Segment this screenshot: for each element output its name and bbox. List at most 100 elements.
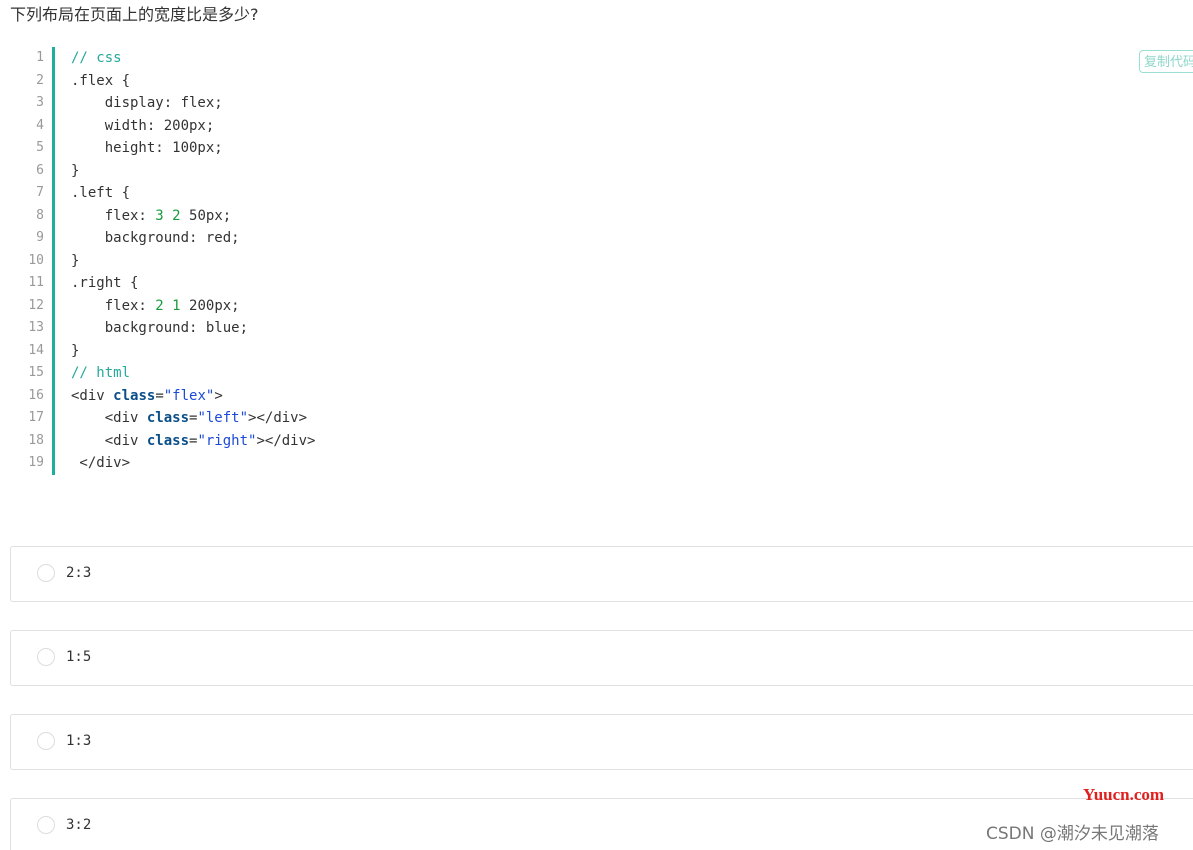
gutter-gap: [44, 407, 71, 430]
line-number: 1: [36, 50, 44, 65]
line-number: 4: [36, 117, 44, 133]
code-token: <div: [71, 387, 114, 404]
code-text: .right {: [71, 272, 138, 295]
code-token: 3: [155, 207, 164, 224]
gutter-gap: [44, 227, 71, 250]
code-text: }: [71, 250, 79, 273]
code-text: flex: 3 2 50px;: [71, 205, 231, 228]
gutter-gap: [44, 295, 71, 318]
line-number: 17: [28, 410, 44, 425]
code-token: // css: [71, 50, 122, 66]
line-number: 19: [28, 455, 44, 470]
code-line: 14}: [20, 340, 315, 363]
gutter-gap: [44, 137, 71, 160]
option-c[interactable]: 1:3: [10, 714, 1193, 770]
code-token: .flex {: [71, 72, 131, 89]
code-token: background: blue;: [71, 320, 249, 336]
gutter-gap: [44, 205, 71, 228]
code-token: 2: [172, 207, 181, 224]
code-token: }: [71, 252, 80, 269]
code-text: <div class="left"></div>: [71, 407, 307, 430]
gutter-gap: [44, 452, 71, 475]
code-line: 4 width: 200px;: [20, 115, 315, 138]
code-text: height: 100px;: [71, 137, 223, 160]
code-line: 10}: [20, 250, 315, 273]
code-lines: 1 // css 2 .flex { 3 display: flex; 4 width: …: [20, 47, 315, 475]
code-token: "left": [197, 410, 249, 426]
gutter-gap: [44, 317, 71, 340]
copy-code-button[interactable]: 复制代码: [1139, 50, 1193, 73]
line-number: 18: [28, 432, 44, 448]
line-number: 10: [28, 252, 44, 268]
gutter-gap: [44, 385, 71, 408]
gutter-gap: [44, 47, 71, 70]
code-token: flex:: [71, 297, 156, 314]
code-token: "flex": [163, 387, 215, 404]
code-text: // html: [71, 362, 130, 385]
code-line: 5 height: 100px;: [20, 137, 315, 160]
code-token: <div: [71, 410, 147, 426]
code-token: height: 100px;: [71, 140, 223, 156]
radio-circle-icon[interactable]: [37, 816, 55, 834]
code-text: .left {: [71, 182, 130, 205]
code-token: </div>: [71, 455, 131, 471]
option-a[interactable]: 2:3: [10, 546, 1193, 602]
option-label: 3:2: [66, 817, 92, 833]
code-token: ></div>: [248, 410, 308, 426]
gutter-gap: [44, 70, 71, 93]
line-number: 14: [28, 342, 44, 358]
code-token: .right {: [71, 275, 139, 291]
gutter-gap: [44, 250, 71, 273]
code-token: .left {: [71, 185, 131, 201]
code-token: 200px;: [180, 297, 240, 314]
code-token: ></div>: [256, 432, 316, 449]
code-token: }: [71, 342, 80, 359]
code-text: flex: 2 1 200px;: [71, 295, 240, 318]
gutter-gap: [44, 115, 71, 138]
option-label: 1:3: [66, 733, 92, 749]
code-text: <div class="right"></div>: [71, 430, 316, 453]
code-text: // css: [71, 47, 122, 70]
line-number: 9: [36, 230, 44, 245]
radio-circle-icon[interactable]: [37, 732, 55, 750]
gutter-gap: [44, 92, 71, 115]
question-title: 下列布局在页面上的宽度比是多少?: [10, 5, 259, 24]
code-line: 15 // html: [20, 362, 315, 385]
code-line: 9 background: red;: [20, 227, 315, 250]
code-line: 17 <div class="left"></div>: [20, 407, 315, 430]
code-token: 1: [172, 297, 181, 314]
code-text: }: [71, 340, 79, 363]
line-number: 12: [28, 297, 44, 313]
code-text: </div>: [71, 452, 130, 475]
radio-circle-icon[interactable]: [37, 564, 55, 582]
code-token: class: [146, 432, 190, 449]
code-token: display: flex;: [71, 95, 223, 111]
code-line: 16 <div class="flex">: [20, 385, 315, 408]
code-token: }: [71, 162, 80, 179]
code-text: .flex {: [71, 70, 130, 93]
code-line: 8 flex: 3 2 50px;: [20, 205, 315, 228]
code-text: }: [71, 160, 79, 183]
code-line: 11 .right {: [20, 272, 315, 295]
code-token: <div: [71, 432, 147, 449]
code-token: class: [146, 410, 190, 426]
line-number: 6: [36, 162, 44, 178]
line-number: 16: [28, 387, 44, 403]
line-number: 11: [28, 275, 44, 290]
line-number: 8: [36, 207, 44, 223]
page: 下列布局在页面上的宽度比是多少? 1 // css 2 .flex { 3 displa…: [0, 0, 1193, 850]
gutter-gap: [44, 182, 71, 205]
option-b[interactable]: 1:5: [10, 630, 1193, 686]
code-text: background: blue;: [71, 317, 248, 340]
line-number: 7: [36, 185, 44, 200]
code-token: "right": [197, 432, 257, 449]
gutter-gap: [44, 362, 71, 385]
code-token: width: 200px;: [71, 117, 215, 134]
radio-circle-icon[interactable]: [37, 648, 55, 666]
gutter-gap: [44, 272, 71, 295]
gutter-gap: [44, 340, 71, 363]
code-token: flex:: [71, 207, 156, 224]
code-line: 6}: [20, 160, 315, 183]
